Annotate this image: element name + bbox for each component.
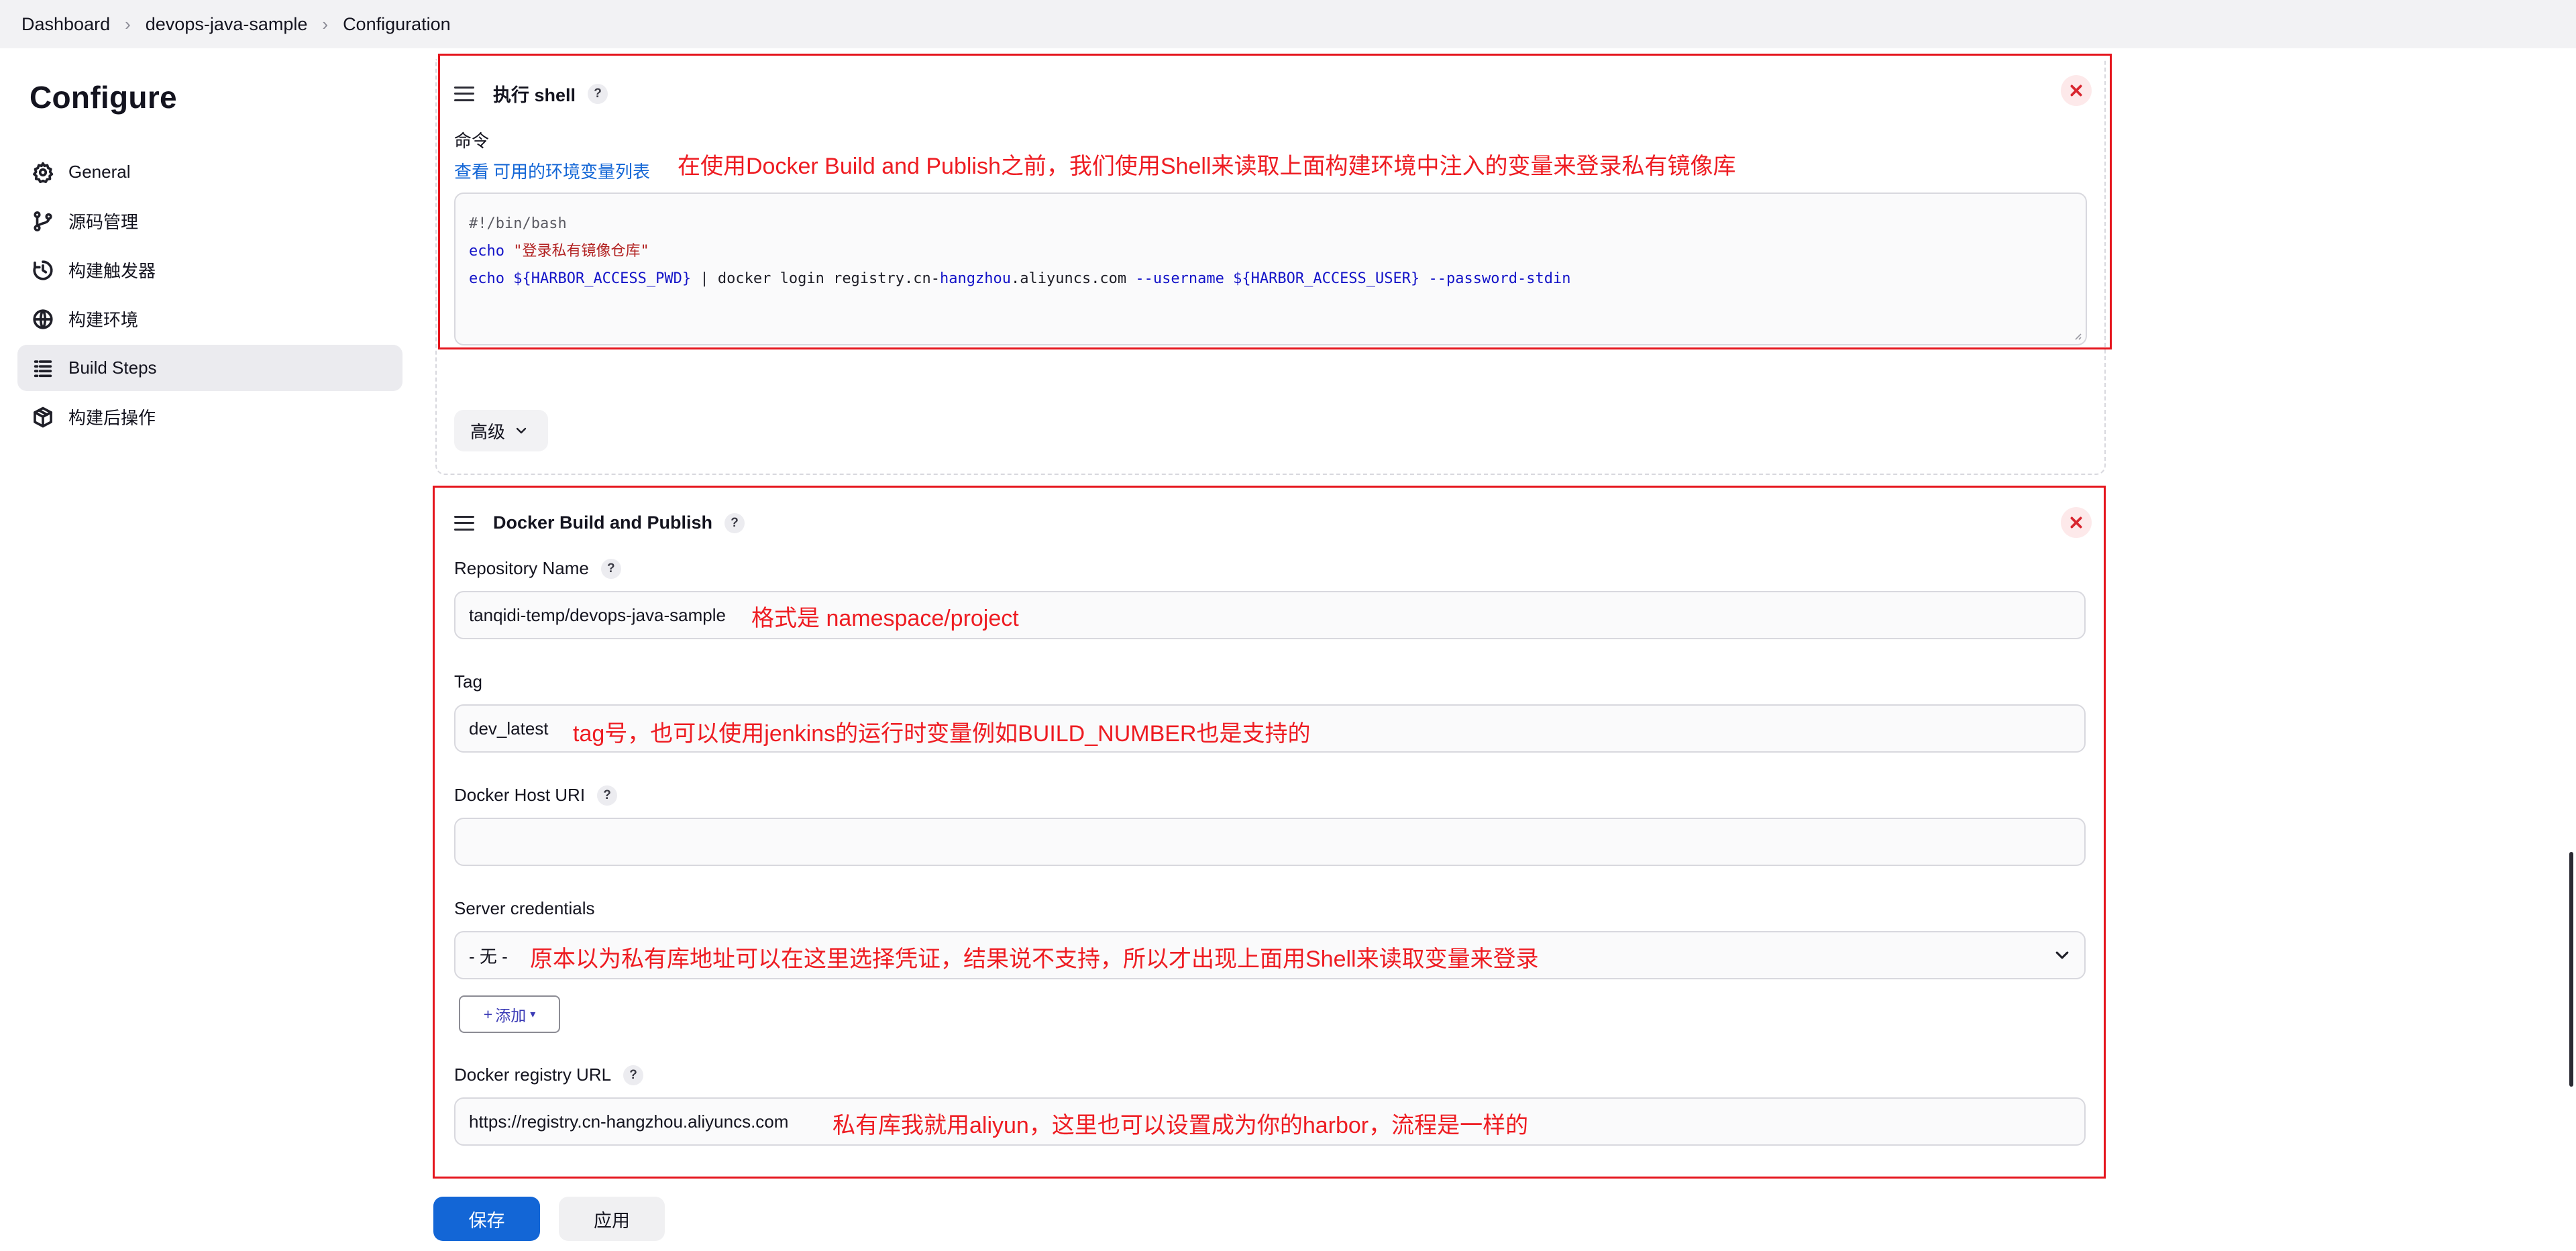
chevron-down-icon: [516, 427, 527, 434]
help-icon[interactable]: ?: [600, 558, 621, 579]
annotation-tag: tag号，也可以使用jenkins的运行时变量例如BUILD_NUMBER也是支…: [573, 721, 1311, 747]
docker-registry-url-label-text: Docker registry URL: [454, 1065, 612, 1085]
resize-handle-icon[interactable]: [2072, 331, 2082, 340]
globe-icon: [31, 307, 55, 331]
sidebar-item-triggers[interactable]: 构建触发器: [17, 247, 402, 293]
code-variable: ${HARBOR_ACCESS_USER}: [1233, 270, 1420, 287]
env-vars-prefix: 查看: [454, 162, 490, 182]
code-variable: ${HARBOR_ACCESS_PWD}: [513, 270, 692, 287]
repository-name-value: tanqidi-temp/devops-java-sample: [469, 604, 726, 625]
annotation-shell: 在使用Docker Build and Publish之前，我们使用Shell来…: [678, 154, 1736, 179]
code-host: hangzhou: [940, 270, 1011, 287]
sidebar-item-post-build[interactable]: 构建后操作: [17, 394, 402, 440]
shell-step-header: 执行 shell ?: [454, 80, 608, 107]
repository-name-label: Repository Name ?: [454, 558, 621, 579]
sidebar-item-build-steps[interactable]: Build Steps: [17, 345, 402, 391]
scrollbar[interactable]: [2569, 852, 2573, 1087]
breadcrumb-dashboard[interactable]: Dashboard: [21, 14, 110, 35]
gear-icon: [31, 160, 55, 184]
close-icon: [2070, 516, 2082, 529]
tag-label: Tag: [454, 671, 482, 692]
sidebar-item-label: General: [68, 162, 131, 182]
shell-command-editor[interactable]: #!/bin/bash echo "登录私有镜像仓库" echo ${HARBO…: [454, 193, 2087, 345]
sidebar-item-build-env[interactable]: 构建环境: [17, 296, 402, 342]
repository-name-label-text: Repository Name: [454, 558, 589, 578]
code-flag: --username: [1135, 270, 1224, 287]
code-string: "登录私有镜像仓库": [513, 243, 649, 260]
drag-handle-icon[interactable]: [454, 86, 474, 101]
help-icon[interactable]: ?: [588, 83, 608, 104]
help-icon[interactable]: ?: [623, 1065, 644, 1085]
command-label: 命令: [454, 131, 490, 151]
code-keyword: echo: [469, 243, 504, 260]
tag-value: dev_latest: [469, 718, 549, 739]
sidebar-item-label: 源码管理: [68, 212, 139, 232]
chevron-down-icon: [2055, 951, 2069, 959]
git-branch-icon: [31, 209, 55, 233]
code-text: .aliyuncs.com: [1010, 270, 1127, 287]
docker-registry-url-value: https://registry.cn-hangzhou.aliyuncs.co…: [469, 1111, 789, 1132]
help-icon[interactable]: ?: [597, 785, 618, 806]
docker-host-uri-input[interactable]: [454, 818, 2086, 866]
list-icon: [31, 356, 55, 380]
save-button[interactable]: 保存: [433, 1197, 540, 1241]
caret-down-icon: ▾: [530, 1009, 536, 1020]
annotation-repository: 格式是 namespace/project: [751, 606, 1019, 631]
delete-docker-step-button[interactable]: [2061, 507, 2092, 538]
code-flag: --password-stdin: [1428, 270, 1571, 287]
sidebar-item-label: Build Steps: [68, 358, 157, 378]
package-icon: [31, 405, 55, 429]
add-credentials-label: 添加: [495, 1007, 527, 1024]
shell-step-title: 执行 shell: [493, 85, 576, 105]
docker-host-uri-label: Docker Host URI ?: [454, 785, 618, 806]
breadcrumb: Dashboard › devops-java-sample › Configu…: [0, 0, 2576, 48]
timer-icon: [31, 258, 55, 282]
sidebar-item-label: 构建触发器: [68, 261, 156, 281]
docker-step-title: Docker Build and Publish: [493, 512, 713, 533]
plus-icon: +: [483, 1005, 493, 1023]
docker-step-header: Docker Build and Publish ?: [454, 512, 745, 533]
repository-name-input[interactable]: tanqidi-temp/devops-java-sample: [454, 591, 2086, 639]
env-vars-link-row: 查看 可用的环境变量列表: [454, 158, 650, 183]
advanced-button[interactable]: 高级: [454, 410, 548, 451]
server-credentials-value: - 无 -: [469, 946, 508, 967]
breadcrumb-separator-icon: ›: [125, 13, 131, 34]
code-line-1: #!/bin/bash: [469, 215, 567, 232]
breadcrumb-job[interactable]: devops-java-sample: [146, 14, 308, 35]
breadcrumb-configuration[interactable]: Configuration: [343, 14, 451, 35]
code-text: | docker login registry.cn-: [700, 270, 941, 287]
page-title: Configure: [30, 80, 177, 115]
sidebar-item-label: 构建后操作: [68, 408, 156, 428]
sidebar-item-general[interactable]: General: [17, 149, 402, 195]
close-icon: [2070, 85, 2082, 97]
annotation-registry: 私有库我就用aliyun，这里也可以设置成为你的harbor，流程是一样的: [833, 1113, 1529, 1138]
advanced-label: 高级: [470, 421, 506, 442]
help-icon[interactable]: ?: [724, 512, 745, 533]
apply-button[interactable]: 应用: [559, 1197, 665, 1241]
sidebar-item-scm[interactable]: 源码管理: [17, 198, 402, 244]
form-footer: [0, 1179, 2576, 1251]
drag-handle-icon[interactable]: [454, 515, 474, 531]
sidebar-item-label: 构建环境: [68, 310, 139, 330]
delete-shell-step-button[interactable]: [2061, 75, 2092, 106]
env-vars-link[interactable]: 可用的环境变量列表: [493, 158, 650, 183]
docker-host-uri-label-text: Docker Host URI: [454, 785, 586, 805]
docker-registry-url-label: Docker registry URL ?: [454, 1065, 644, 1085]
breadcrumb-separator-icon: ›: [322, 13, 329, 34]
code-keyword: echo: [469, 270, 504, 287]
server-credentials-label: Server credentials: [454, 898, 595, 918]
add-credentials-button[interactable]: + 添加 ▾: [459, 995, 560, 1033]
annotation-credentials: 原本以为私有库地址可以在这里选择凭证，结果说不支持，所以才出现上面用Shell来…: [530, 946, 1539, 972]
sidebar-nav: General 源码管理 构建触发器 构建环境 Build Steps 构建后操…: [17, 149, 402, 443]
